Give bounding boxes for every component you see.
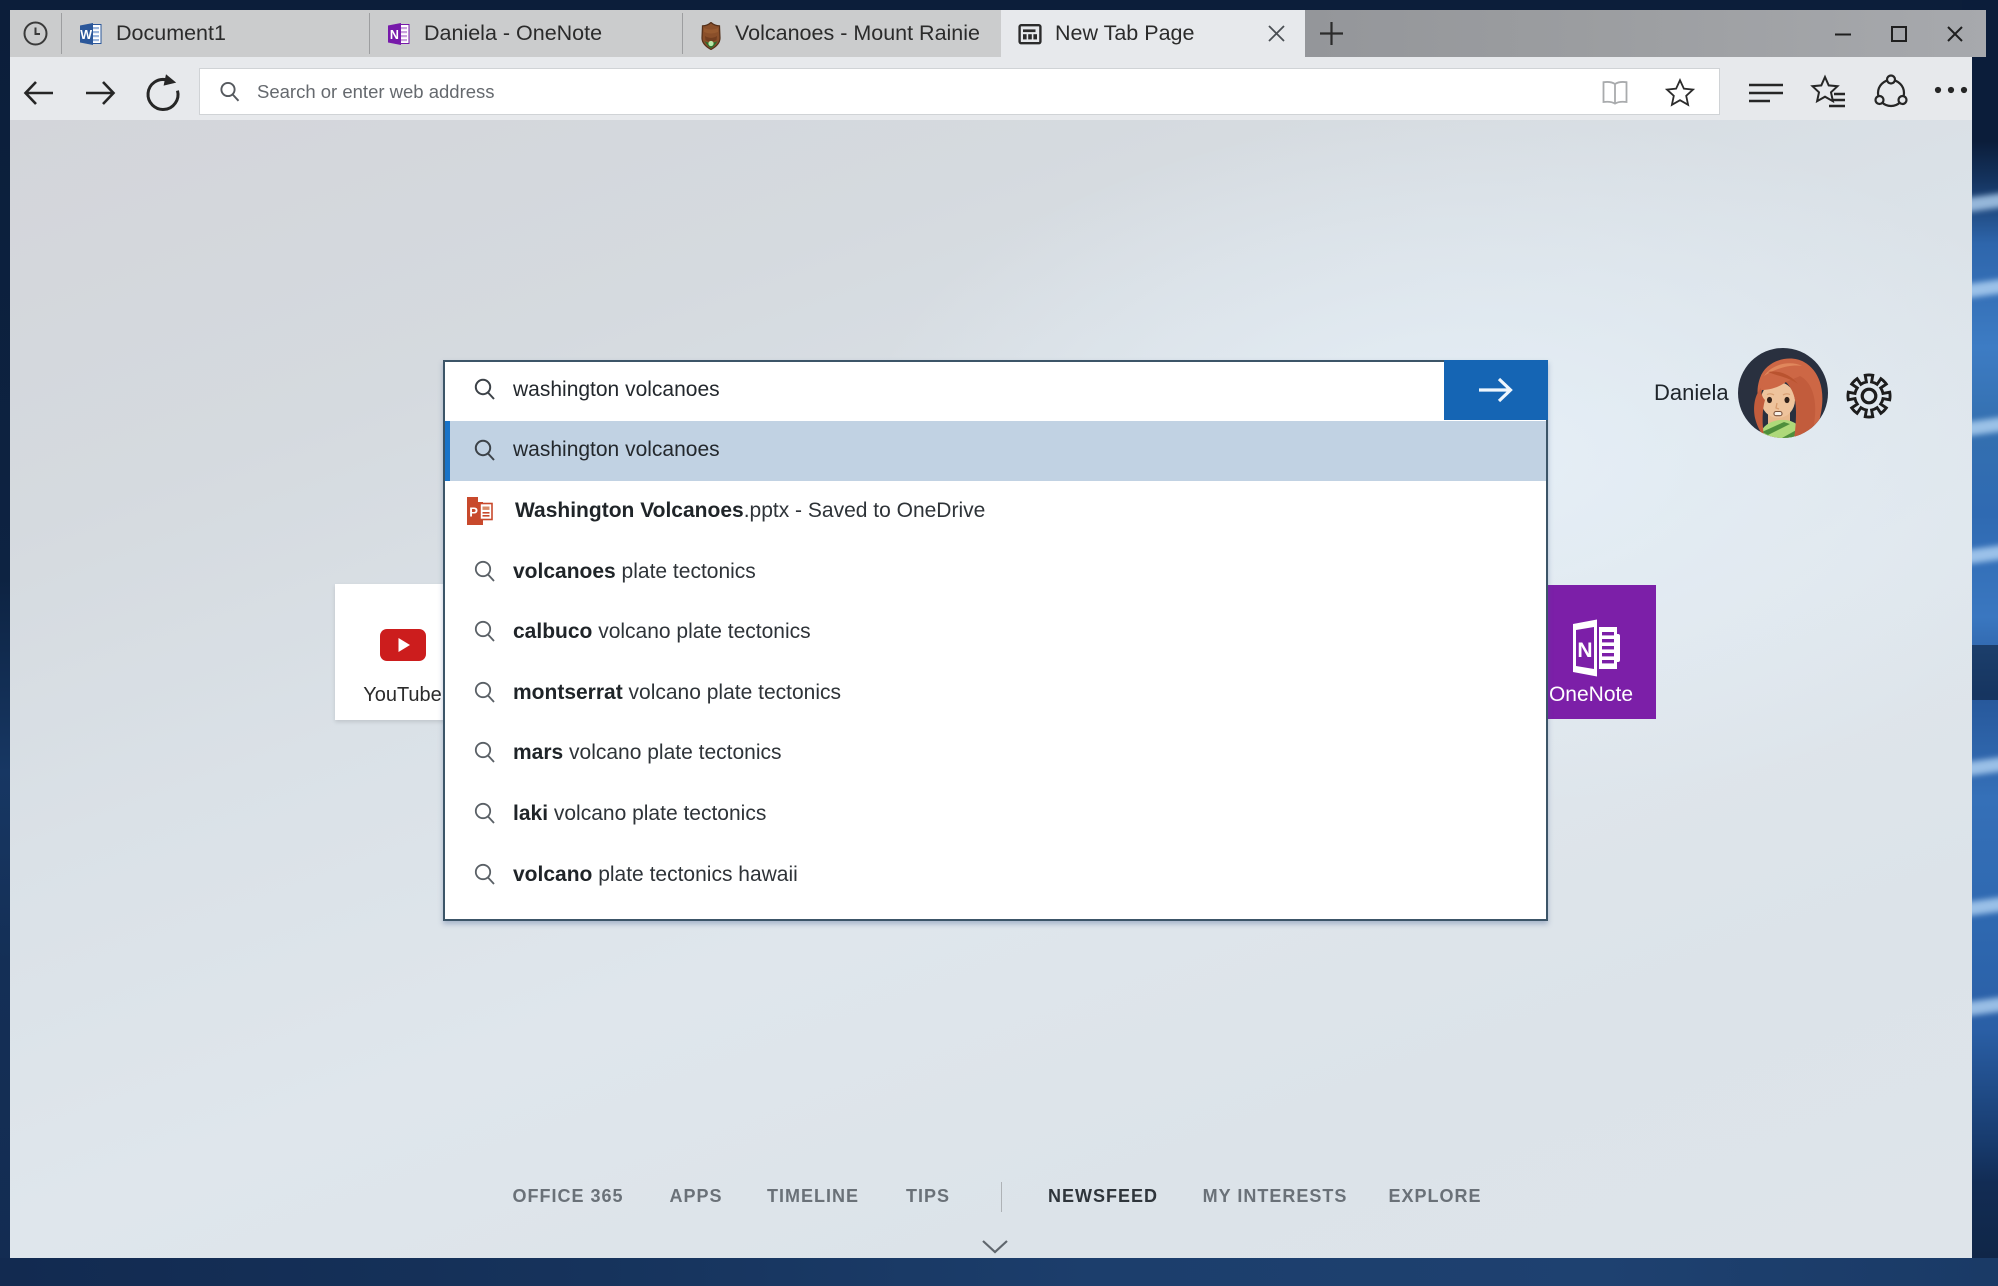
svg-text:N: N xyxy=(390,28,399,42)
svg-text:P: P xyxy=(469,505,478,520)
svg-text:W: W xyxy=(80,28,92,42)
svg-text:N: N xyxy=(1577,639,1592,662)
